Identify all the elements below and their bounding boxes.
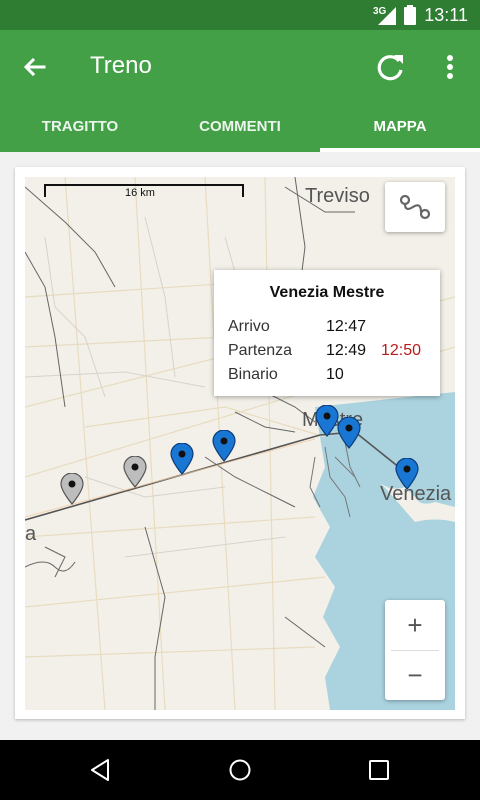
nav-home-icon[interactable] (228, 758, 252, 782)
station-marker-passed[interactable] (60, 473, 84, 505)
more-vert-icon[interactable] (436, 50, 464, 86)
zoom-out-button[interactable]: − (385, 650, 445, 700)
arrival-label: Arrivo (228, 318, 270, 335)
page-title: Treno (90, 52, 152, 79)
departure-actual-time: 12:50 (381, 342, 422, 359)
battery-icon (404, 5, 416, 25)
departure-label: Partenza (228, 342, 293, 359)
nav-back-icon[interactable] (88, 758, 112, 782)
station-marker-upcoming[interactable] (170, 443, 194, 475)
refresh-icon[interactable] (372, 50, 408, 86)
status-bar: 3G 13:11 (0, 0, 480, 30)
station-marker-upcoming[interactable] (337, 417, 361, 449)
route-icon (399, 194, 431, 220)
clock: 13:11 (424, 5, 468, 25)
zoom-in-button[interactable]: + (385, 600, 445, 650)
station-marker-venezia[interactable] (395, 458, 419, 490)
platform-number: 10 (326, 366, 344, 383)
map-scale-label: 16 km (125, 187, 155, 199)
map-view[interactable]: 16 km Treviso Mestre Venezia a (25, 177, 455, 710)
tab-bar: TRAGITTO COMMENTI MAPPA (0, 106, 480, 152)
route-button[interactable] (385, 182, 445, 232)
system-nav-bar (0, 740, 480, 800)
back-arrow-icon[interactable] (18, 52, 50, 84)
station-marker-venezia-mestre[interactable] (315, 405, 339, 437)
map-label-partial: a (25, 523, 37, 545)
map-label-treviso: Treviso (305, 185, 370, 207)
station-marker-passed[interactable] (123, 456, 147, 488)
popup-station-name: Venezia Mestre (269, 284, 385, 301)
signal-icon (378, 7, 396, 25)
tab-mappa[interactable]: MAPPA (320, 106, 480, 152)
arrival-time: 12:47 (326, 318, 367, 335)
tab-commenti[interactable]: COMMENTI (160, 106, 320, 152)
platform-label: Binario (228, 366, 278, 383)
app-bar: Treno (0, 30, 480, 106)
nav-recents-icon[interactable] (368, 759, 390, 781)
zoom-controls: + − (385, 600, 445, 700)
tab-tragitto[interactable]: TRAGITTO (0, 106, 160, 152)
active-tab-indicator (320, 148, 480, 152)
station-marker-upcoming[interactable] (212, 430, 236, 462)
station-info-popup: Venezia Mestre Arrivo 12:47 Partenza 12:… (214, 270, 440, 396)
departure-time: 12:49 (326, 342, 367, 359)
